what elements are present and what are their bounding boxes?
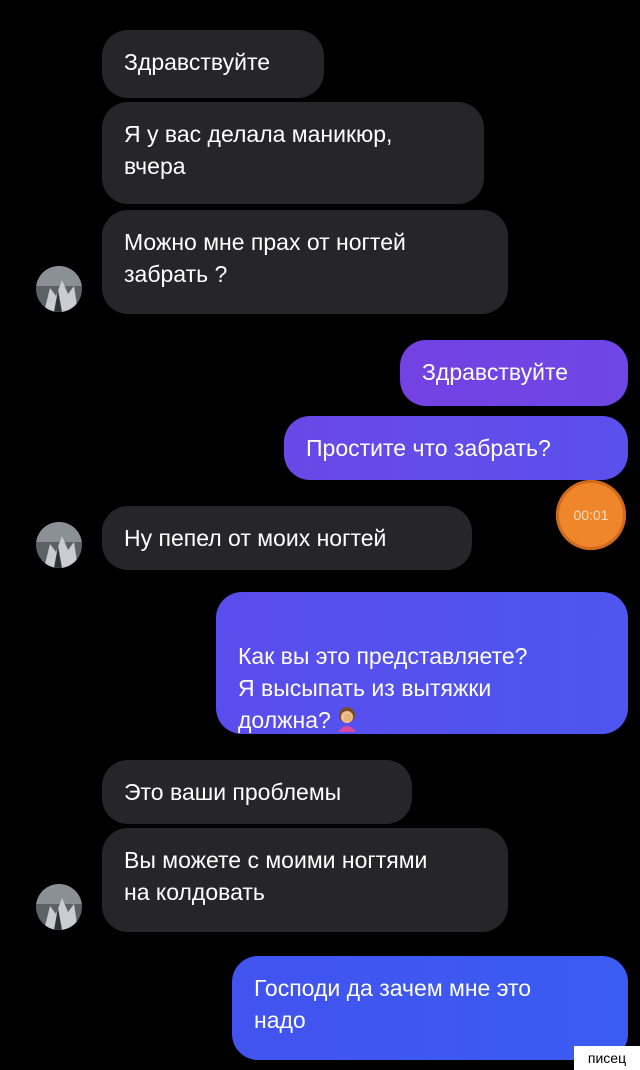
video-timer-badge[interactable]: 00:01 <box>556 480 626 550</box>
user-avatar-icon <box>36 884 82 930</box>
woman-facepalming-icon <box>335 706 359 740</box>
message-outgoing[interactable]: Простите что забрать? <box>284 416 628 480</box>
message-outgoing[interactable]: Как вы это представляете? Я высыпать из … <box>216 592 628 734</box>
message-incoming[interactable]: Вы можете с моими ногтями на колдовать <box>102 828 508 932</box>
message-incoming[interactable]: Это ваши проблемы <box>102 760 412 824</box>
sender-avatar[interactable] <box>36 522 82 568</box>
chat-thread: Здравствуйте Я у вас делала маникюр, вче… <box>0 0 640 1070</box>
sender-avatar[interactable] <box>36 266 82 312</box>
message-incoming[interactable]: Я у вас делала маникюр, вчера <box>102 102 484 204</box>
sender-avatar[interactable] <box>36 884 82 930</box>
message-incoming[interactable]: Здравствуйте <box>102 30 324 98</box>
timer-label: 00:01 <box>573 507 609 523</box>
user-avatar-icon <box>36 522 82 568</box>
message-text: Как вы это представляете? Я высыпать из … <box>238 643 528 733</box>
message-incoming[interactable]: Ну пепел от моих ногтей <box>102 506 472 570</box>
watermark-label: писец <box>574 1046 640 1070</box>
message-outgoing[interactable]: Господи да зачем мне это надо <box>232 956 628 1060</box>
message-incoming[interactable]: Можно мне прах от ногтей забрать ? <box>102 210 508 314</box>
user-avatar-icon <box>36 266 82 312</box>
message-outgoing[interactable]: Здравствуйте <box>400 340 628 406</box>
